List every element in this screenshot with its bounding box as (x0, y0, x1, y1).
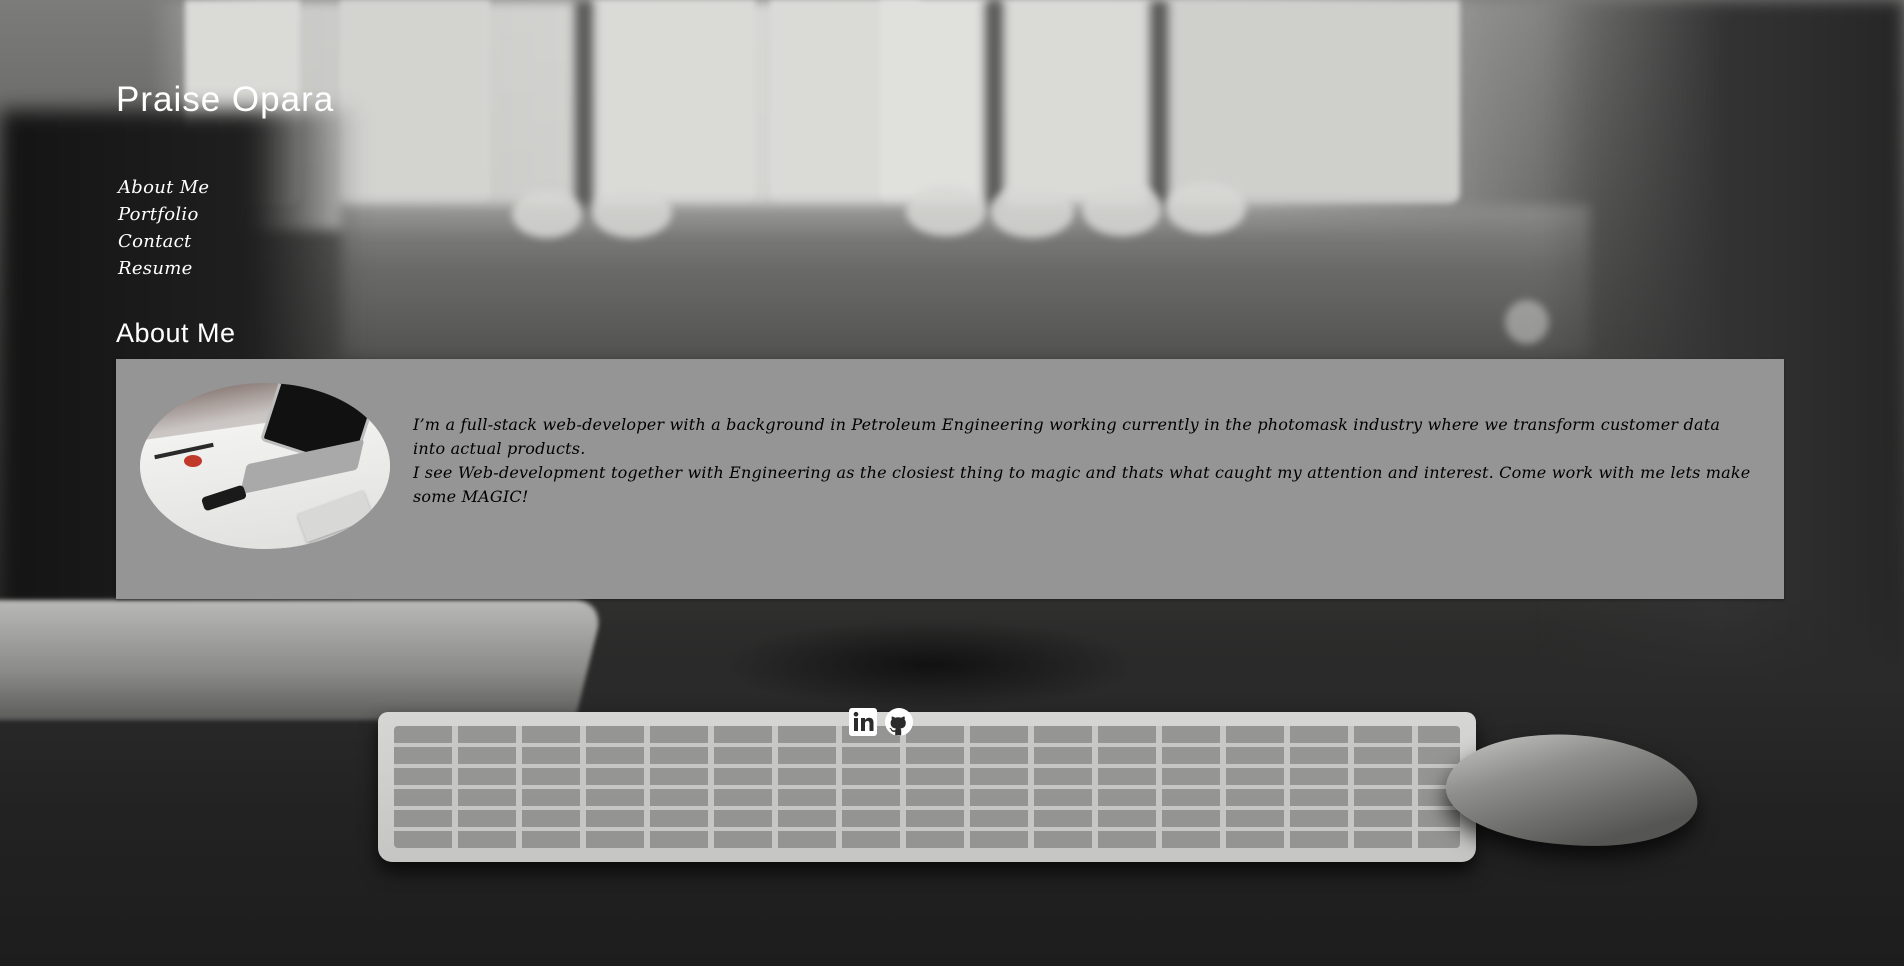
about-heading: About Me (116, 318, 236, 348)
about-card: I’m a full-stack web-developer with a ba… (116, 359, 1784, 599)
site-title: Praise Opara (116, 80, 335, 119)
nav-item-portfolio: Portfolio (118, 201, 209, 228)
about-paragraph-2: I see Web-development together with Engi… (413, 463, 1751, 506)
nav-link-portfolio[interactable]: Portfolio (118, 201, 209, 228)
nav-link-resume[interactable]: Resume (118, 255, 209, 282)
nav-item-about-me: About Me (118, 174, 209, 201)
linkedin-link[interactable] (848, 706, 878, 738)
nav-link-about-me[interactable]: About Me (118, 174, 209, 201)
nav-link-contact[interactable]: Contact (118, 228, 209, 255)
main-nav: About Me Portfolio Contact Resume (118, 174, 209, 282)
about-text: I’m a full-stack web-developer with a ba… (413, 413, 1753, 509)
linkedin-icon (849, 708, 877, 736)
github-icon (885, 708, 913, 736)
social-links (848, 706, 914, 738)
nav-item-resume: Resume (118, 255, 209, 282)
about-paragraph-1: I’m a full-stack web-developer with a ba… (413, 415, 1721, 458)
nav-item-contact: Contact (118, 228, 209, 255)
github-link[interactable] (884, 706, 914, 738)
about-photo (140, 383, 390, 549)
